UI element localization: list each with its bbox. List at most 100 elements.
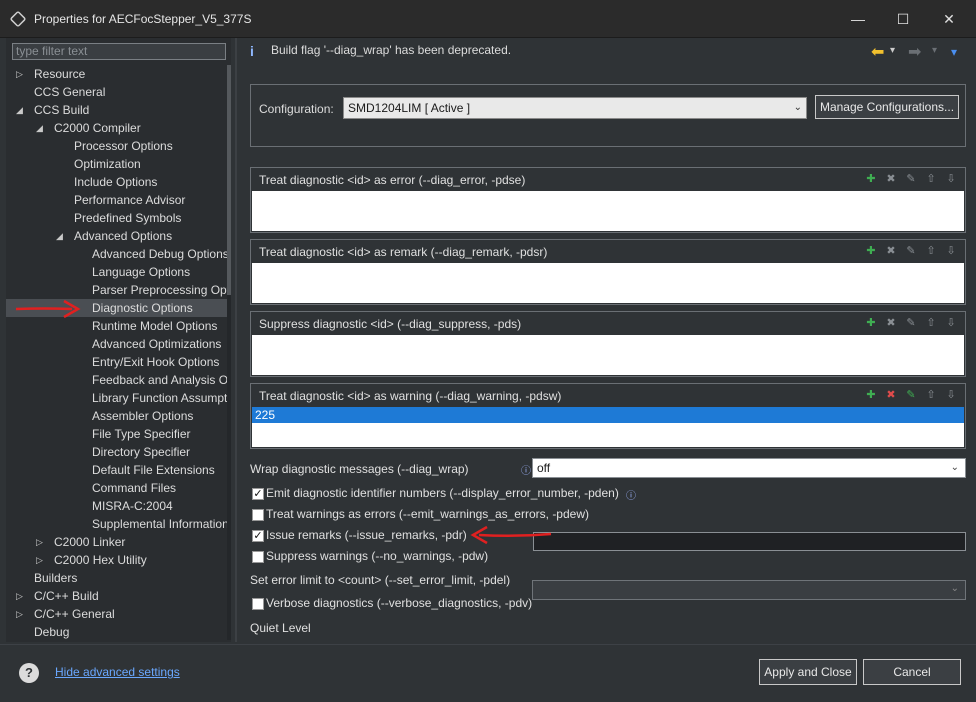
wrap-label: Wrap diagnostic messages (--diag_wrap) bbox=[250, 462, 469, 476]
expand-arrow-icon[interactable]: ▷ bbox=[16, 65, 26, 83]
tree-item[interactable]: ▷ C/C++ Build bbox=[6, 587, 227, 605]
tree-item[interactable]: Feedback and Analysis Options bbox=[6, 371, 227, 389]
tree-item[interactable]: Include Options bbox=[6, 173, 227, 191]
tree-item[interactable]: Optimization bbox=[6, 155, 227, 173]
close-button[interactable]: ✕ bbox=[936, 6, 962, 32]
tree-item[interactable]: ▷ C2000 Hex Utility bbox=[6, 551, 227, 569]
tree-item[interactable]: Supplemental Information bbox=[6, 515, 227, 533]
forward-arrow-icon[interactable]: ➡ bbox=[908, 42, 921, 62]
tree-item[interactable]: Builders bbox=[6, 569, 227, 587]
move-down-icon[interactable]: ⇩ bbox=[943, 315, 959, 331]
warnings-as-errors-checkbox[interactable] bbox=[252, 509, 264, 521]
panel-divider[interactable] bbox=[235, 38, 237, 642]
forward-menu-icon[interactable]: ▾ bbox=[932, 45, 937, 56]
tree-item[interactable]: Directory Specifier bbox=[6, 443, 227, 461]
expand-arrow-icon[interactable]: ▷ bbox=[16, 605, 26, 623]
tree-item[interactable]: Default File Extensions bbox=[6, 461, 227, 479]
list-toolbar: ✚ ✖ ✎ ⇧ ⇩ bbox=[859, 171, 959, 189]
delete-icon[interactable]: ✖ bbox=[883, 243, 899, 259]
collapse-arrow-icon[interactable]: ◢ bbox=[16, 101, 26, 119]
issue-remarks-checkbox[interactable]: ✓ bbox=[252, 530, 264, 542]
diag-list[interactable] bbox=[252, 191, 964, 231]
list-toolbar: ✚ ✖ ✎ ⇧ ⇩ bbox=[859, 315, 959, 333]
diag-list[interactable] bbox=[252, 263, 964, 303]
delete-icon[interactable]: ✖ bbox=[883, 171, 899, 187]
tree-item[interactable]: MISRA-C:2004 bbox=[6, 497, 227, 515]
annotation-arrow-tree bbox=[15, 299, 81, 319]
tree-item[interactable]: Library Function Assumptions bbox=[6, 389, 227, 407]
add-icon[interactable]: ✚ bbox=[863, 387, 879, 403]
manage-configurations-button[interactable]: Manage Configurations... bbox=[815, 95, 959, 119]
move-up-icon[interactable]: ⇧ bbox=[923, 243, 939, 259]
verbose-checkbox[interactable] bbox=[252, 598, 264, 610]
tree-item[interactable]: Debug bbox=[6, 623, 227, 640]
tree-item[interactable]: Processor Options bbox=[6, 137, 227, 155]
move-down-icon[interactable]: ⇩ bbox=[943, 171, 959, 187]
expand-arrow-icon[interactable]: ▷ bbox=[16, 587, 26, 605]
move-down-icon[interactable]: ⇩ bbox=[943, 387, 959, 403]
hide-advanced-settings-link[interactable]: Hide advanced settings bbox=[55, 665, 180, 679]
suppress-warnings-checkbox[interactable] bbox=[252, 551, 264, 563]
tree-item[interactable]: Command Files bbox=[6, 479, 227, 497]
filter-input[interactable]: type filter text bbox=[12, 43, 226, 60]
tree-item[interactable]: Predefined Symbols bbox=[6, 209, 227, 227]
add-icon[interactable]: ✚ bbox=[863, 315, 879, 331]
edit-icon[interactable]: ✎ bbox=[903, 243, 919, 259]
move-down-icon[interactable]: ⇩ bbox=[943, 243, 959, 259]
tree-item-label: Advanced Debug Options bbox=[92, 247, 227, 261]
list-toolbar: ✚ ✖ ✎ ⇧ ⇩ bbox=[859, 387, 959, 405]
move-up-icon[interactable]: ⇧ bbox=[923, 171, 939, 187]
tree-item[interactable]: ▷ C/C++ General bbox=[6, 605, 227, 623]
expand-arrow-icon[interactable]: ▷ bbox=[36, 533, 46, 551]
edit-icon[interactable]: ✎ bbox=[903, 315, 919, 331]
error-limit-label: Set error limit to <count> (--set_error_… bbox=[250, 573, 511, 587]
configuration-select[interactable]: SMD1204LIM [ Active ] ⌄ bbox=[343, 97, 807, 119]
list-item[interactable]: 225 bbox=[252, 407, 964, 423]
tree-item[interactable]: ◢ Advanced Options bbox=[6, 227, 227, 245]
diag-list[interactable] bbox=[252, 335, 964, 375]
tree-item[interactable]: Advanced Optimizations bbox=[6, 335, 227, 353]
help-icon[interactable]: ? bbox=[19, 663, 39, 683]
tree-item[interactable]: File Type Specifier bbox=[6, 425, 227, 443]
back-menu-icon[interactable]: ▾ bbox=[890, 45, 895, 56]
tree-item[interactable]: Parser Preprocessing Options bbox=[6, 281, 227, 299]
apply-and-close-button[interactable]: Apply and Close bbox=[759, 659, 857, 685]
view-menu-icon[interactable]: ▾ bbox=[951, 45, 957, 59]
move-up-icon[interactable]: ⇧ bbox=[923, 387, 939, 403]
tree-item[interactable]: ◢ CCS Build bbox=[6, 101, 227, 119]
tree-item[interactable]: ◢ C2000 Compiler bbox=[6, 119, 227, 137]
edit-icon[interactable]: ✎ bbox=[903, 171, 919, 187]
maximize-button[interactable]: ☐ bbox=[890, 6, 916, 32]
quiet-level-select[interactable]: ⌄ bbox=[532, 580, 966, 600]
tree-item[interactable]: CCS General bbox=[6, 83, 227, 101]
diag-list-title: Treat diagnostic <id> as warning (--diag… bbox=[259, 389, 562, 403]
tree-item[interactable]: Assembler Options bbox=[6, 407, 227, 425]
collapse-arrow-icon[interactable]: ◢ bbox=[56, 227, 66, 245]
delete-icon[interactable]: ✖ bbox=[883, 315, 899, 331]
add-icon[interactable]: ✚ bbox=[863, 171, 879, 187]
tree-item[interactable]: Entry/Exit Hook Options bbox=[6, 353, 227, 371]
add-icon[interactable]: ✚ bbox=[863, 243, 879, 259]
tree-scrollbar-thumb[interactable] bbox=[227, 65, 231, 295]
list-toolbar: ✚ ✖ ✎ ⇧ ⇩ bbox=[859, 243, 959, 261]
edit-icon[interactable]: ✎ bbox=[903, 387, 919, 403]
tree-scrollbar[interactable] bbox=[227, 65, 231, 640]
minimize-button[interactable]: — bbox=[845, 6, 871, 32]
error-limit-input[interactable] bbox=[533, 532, 966, 551]
tree-item-label: Builders bbox=[34, 571, 78, 585]
tree-item[interactable]: Advanced Debug Options bbox=[6, 245, 227, 263]
expand-arrow-icon[interactable]: ▷ bbox=[36, 551, 46, 569]
verbose-label: Verbose diagnostics (--verbose_diagnosti… bbox=[266, 596, 533, 610]
collapse-arrow-icon[interactable]: ◢ bbox=[36, 119, 46, 137]
diag-list[interactable]: 225 bbox=[252, 407, 964, 447]
wrap-select[interactable]: off ⌄ bbox=[532, 458, 966, 478]
tree-item[interactable]: ▷ Resource bbox=[6, 65, 227, 83]
emit-checkbox[interactable]: ✓ bbox=[252, 488, 264, 500]
tree-item[interactable]: ▷ C2000 Linker bbox=[6, 533, 227, 551]
cancel-button[interactable]: Cancel bbox=[863, 659, 961, 685]
delete-icon[interactable]: ✖ bbox=[883, 387, 899, 403]
tree-item[interactable]: Performance Advisor bbox=[6, 191, 227, 209]
tree-item[interactable]: Language Options bbox=[6, 263, 227, 281]
back-arrow-icon[interactable]: ⬅ bbox=[871, 42, 884, 62]
move-up-icon[interactable]: ⇧ bbox=[923, 315, 939, 331]
